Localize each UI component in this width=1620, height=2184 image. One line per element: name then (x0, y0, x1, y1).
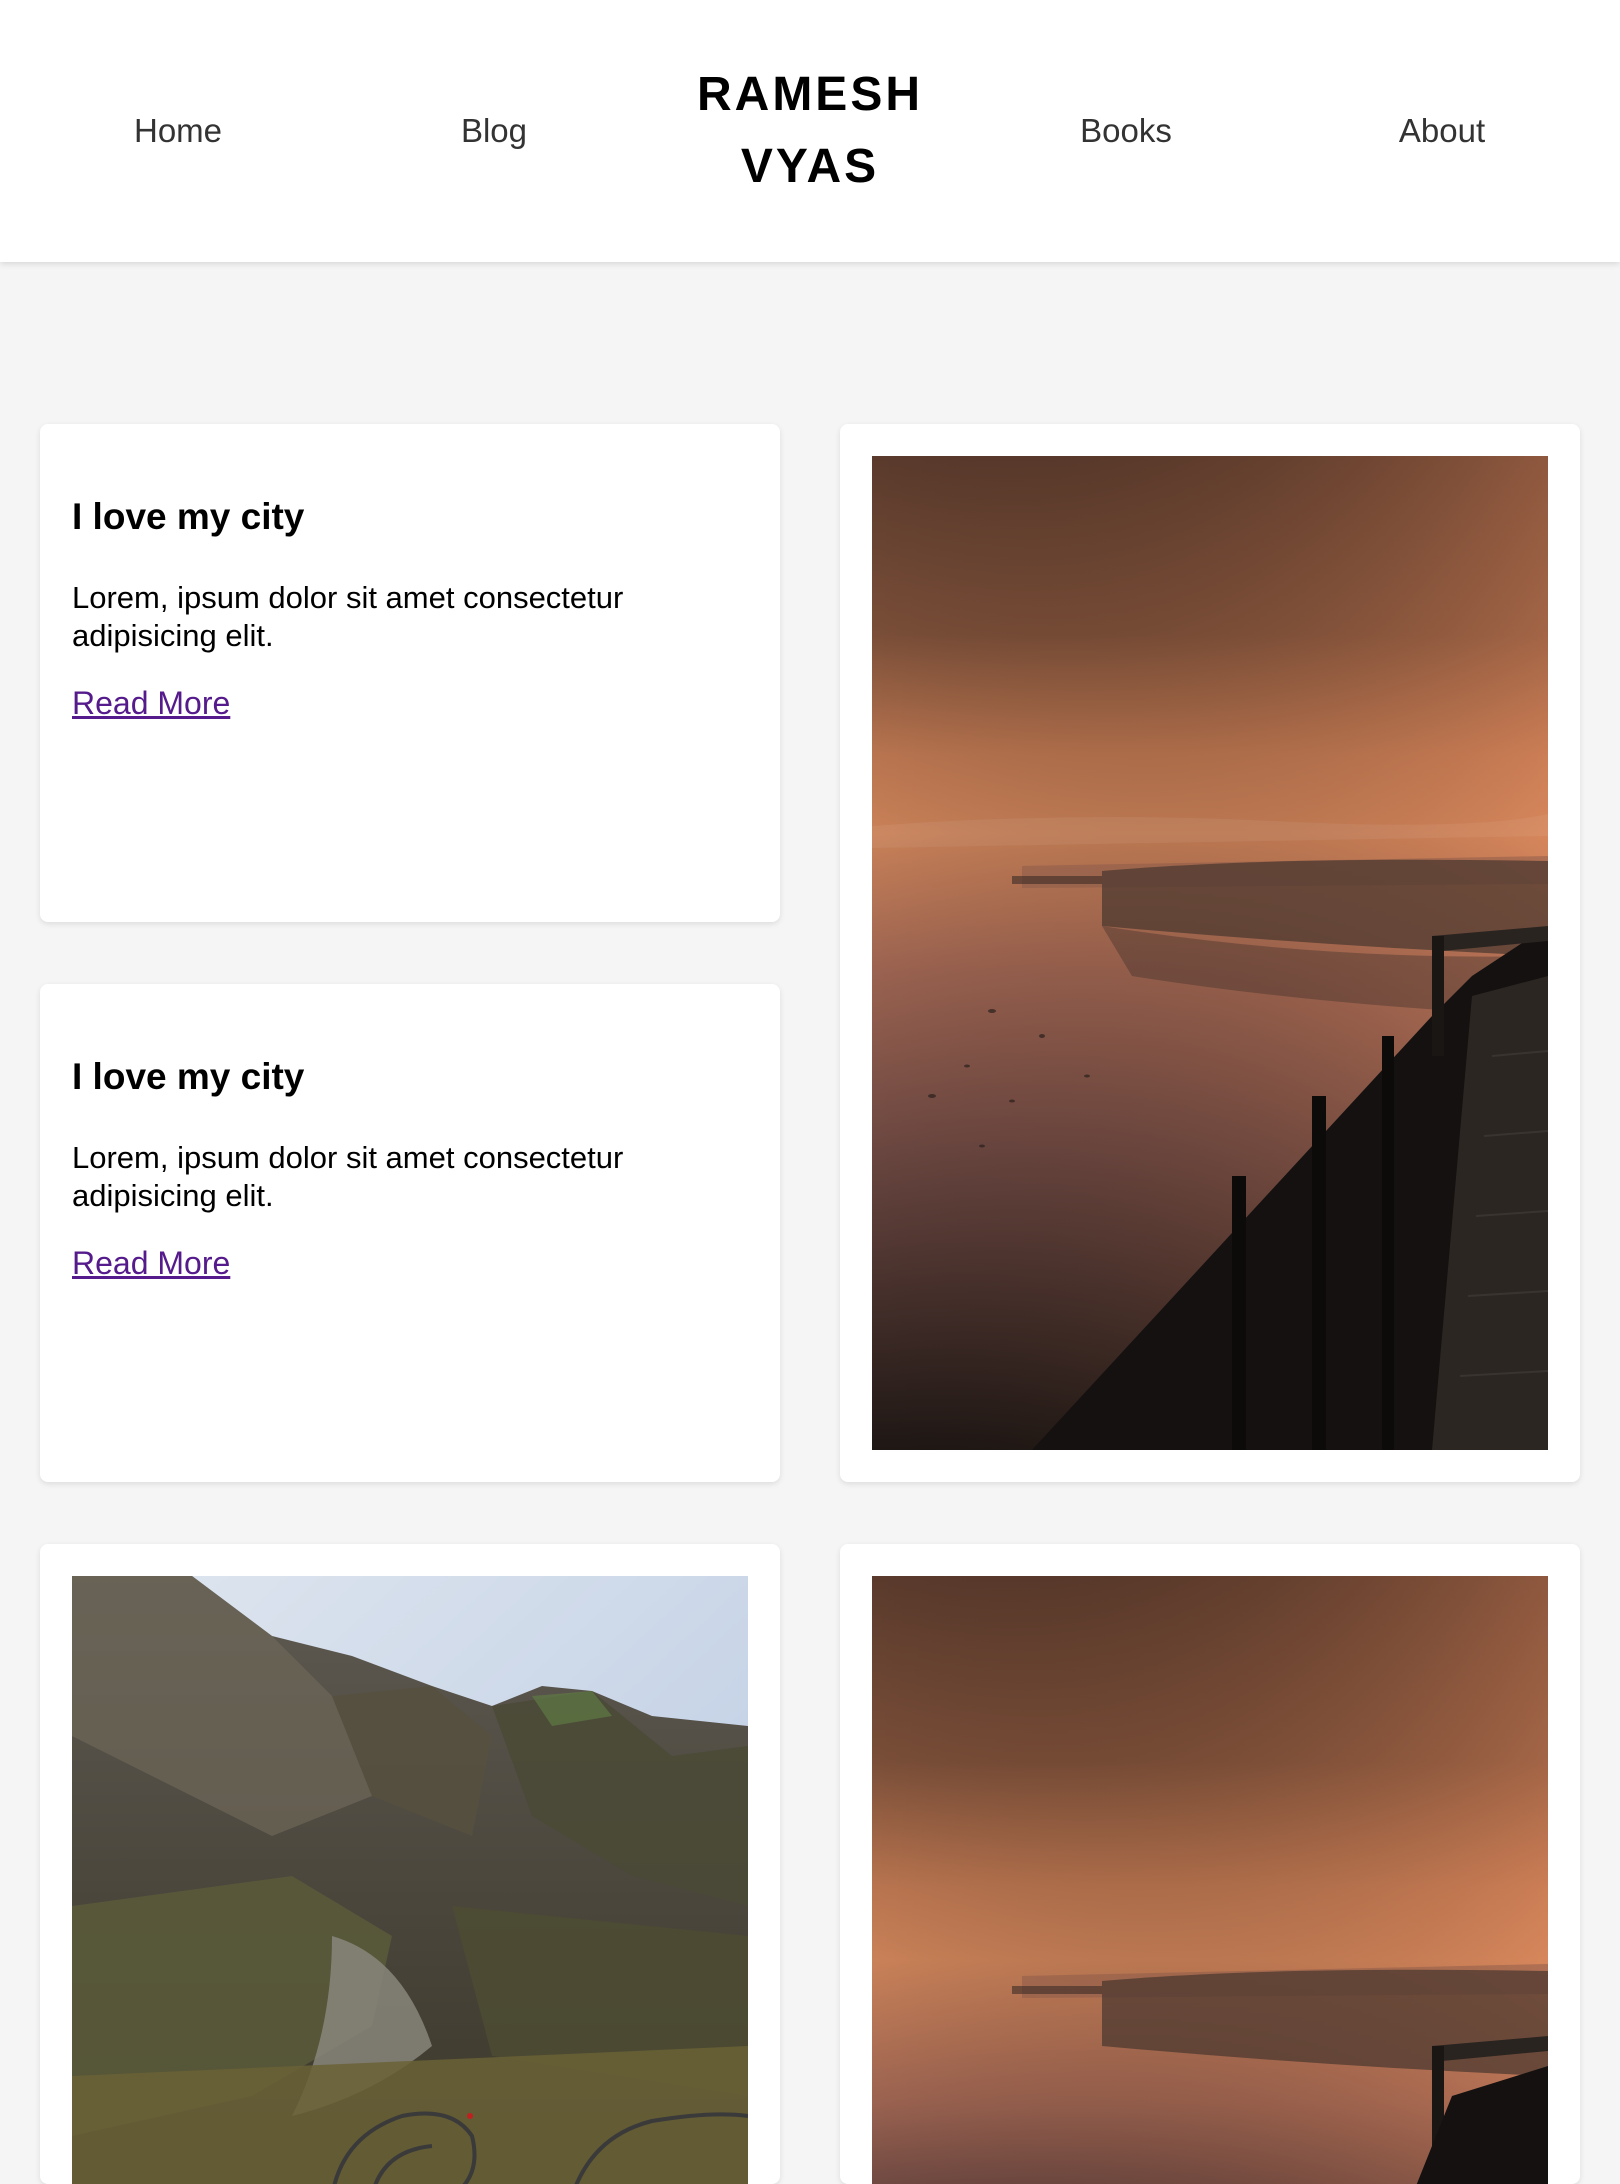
post-excerpt: Lorem, ipsum dolor sit amet consectetur … (72, 1140, 624, 1213)
nav-home-link[interactable]: Home (134, 112, 222, 150)
read-more-link[interactable]: Read More (72, 1245, 230, 1282)
brand-first-name: RAMESH (696, 68, 923, 121)
site-header: Home Blog RAMESH VYAS Books About (0, 0, 1620, 262)
post-title: I love my city (72, 1056, 305, 1097)
brand-last-name: VYAS (740, 140, 880, 193)
nav-about-link[interactable]: About (1399, 112, 1485, 150)
mountain-road-photo (72, 1576, 748, 2184)
site-brand[interactable]: RAMESH VYAS (680, 59, 940, 203)
nav-books-link[interactable]: Books (1080, 112, 1172, 150)
lake-pier-photo (872, 456, 1548, 1450)
photo-card (40, 1544, 780, 2184)
photo-card (840, 424, 1580, 1482)
photo-card (840, 1544, 1580, 2184)
post-card: I love my city Lorem, ipsum dolor sit am… (40, 984, 780, 1482)
post-title: I love my city (72, 496, 305, 537)
post-excerpt: Lorem, ipsum dolor sit amet consectetur … (72, 580, 624, 653)
post-card: I love my city Lorem, ipsum dolor sit am… (40, 424, 780, 922)
lake-pier-photo (872, 1576, 1548, 2184)
read-more-link[interactable]: Read More (72, 685, 230, 722)
nav-blog-link[interactable]: Blog (461, 112, 527, 150)
